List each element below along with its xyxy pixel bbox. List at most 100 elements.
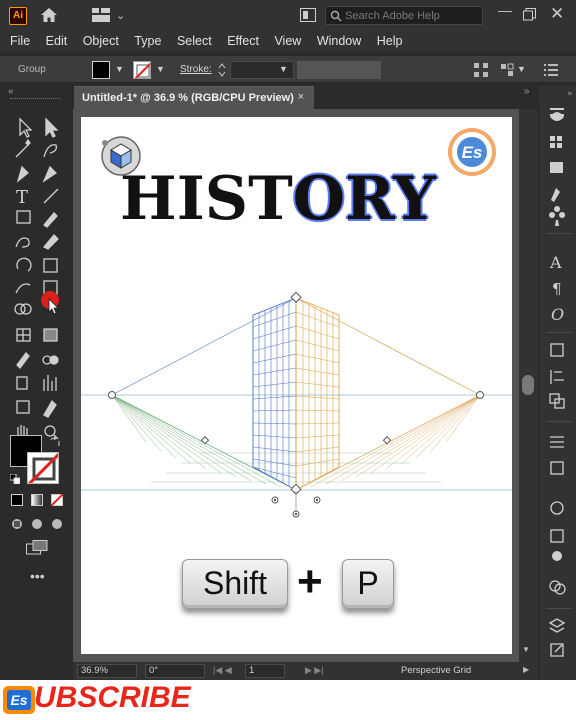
left-vanishing-point-handle bbox=[108, 391, 116, 399]
collapse-panel-icon[interactable]: « bbox=[8, 86, 14, 97]
gradient-panel-icon[interactable] bbox=[550, 529, 564, 543]
menu-edit[interactable]: Edit bbox=[46, 34, 68, 48]
none-mode-icon[interactable] bbox=[51, 494, 63, 506]
restore-icon[interactable] bbox=[523, 8, 536, 21]
shift-key: Shift bbox=[182, 559, 288, 609]
history-title-plain: HIST bbox=[120, 164, 293, 234]
scale-tool-icon[interactable] bbox=[43, 258, 58, 273]
magic-wand-tool-icon[interactable] bbox=[15, 144, 29, 158]
history-title-selected: ORY bbox=[292, 164, 436, 234]
menu-help[interactable]: Help bbox=[377, 34, 403, 48]
scrollbar-thumb[interactable] bbox=[522, 375, 534, 395]
shape-builder-tool-icon[interactable] bbox=[14, 303, 26, 315]
transform-dropdown-icon[interactable]: ▼ bbox=[517, 64, 526, 74]
gradient-tool-icon[interactable] bbox=[43, 328, 58, 342]
transform-icon[interactable] bbox=[500, 63, 514, 77]
brushes-panel-icon[interactable] bbox=[551, 188, 560, 202]
column-graph-tool-icon[interactable] bbox=[43, 375, 57, 391]
rectangle-tool-icon[interactable] bbox=[16, 210, 31, 224]
menu-select[interactable]: Select bbox=[177, 34, 212, 48]
stroke-panel-icon[interactable] bbox=[550, 501, 564, 515]
menu-window[interactable]: Window bbox=[317, 34, 361, 48]
direct-selection-tool-icon[interactable] bbox=[45, 117, 59, 138]
zoom-tool-icon[interactable] bbox=[44, 425, 56, 437]
help-search-input[interactable]: Search Adobe Help bbox=[325, 6, 483, 25]
opacity-field[interactable] bbox=[297, 61, 381, 79]
panel-toggle-icon[interactable] bbox=[300, 8, 316, 22]
align-panel-icon[interactable] bbox=[550, 370, 564, 384]
swap-fill-stroke-icon[interactable] bbox=[50, 437, 60, 447]
menu-view[interactable]: View bbox=[274, 34, 301, 48]
gradient-mode-icon[interactable] bbox=[31, 494, 43, 506]
artboard-tool-icon[interactable] bbox=[16, 400, 30, 414]
rotate-tool-icon[interactable] bbox=[16, 257, 32, 272]
artboard-number-field[interactable]: 1 bbox=[245, 664, 285, 678]
next-artboard-icon[interactable]: ▶ ▶| bbox=[305, 665, 324, 676]
scroll-down-arrow-icon[interactable]: ▼ bbox=[522, 645, 530, 654]
document-tab[interactable]: Untitled-1* @ 36.9 % (RGB/CPU Preview) × bbox=[74, 86, 314, 109]
fill-color-swatch[interactable] bbox=[92, 61, 110, 79]
menu-object[interactable]: Object bbox=[83, 34, 119, 48]
selection-tool-icon[interactable] bbox=[19, 117, 33, 138]
curvature-tool-icon[interactable] bbox=[42, 165, 58, 183]
color-guide-panel-icon[interactable] bbox=[550, 162, 563, 173]
minimize-icon[interactable]: — bbox=[498, 2, 512, 18]
character-panel-icon[interactable]: A bbox=[549, 253, 562, 272]
properties-panel-icon[interactable] bbox=[550, 108, 564, 110]
chevron-down-icon[interactable]: ⌄ bbox=[116, 9, 125, 22]
first-artboard-icon[interactable]: |◀ ◀ bbox=[213, 665, 232, 676]
width-tool-icon[interactable] bbox=[15, 283, 31, 294]
menu-effect[interactable]: Effect bbox=[227, 34, 259, 48]
export-panel-icon[interactable] bbox=[550, 643, 564, 657]
appearance-panel-icon[interactable] bbox=[550, 436, 564, 448]
color-panel-icon[interactable] bbox=[550, 112, 564, 121]
shaper-tool-icon[interactable] bbox=[15, 237, 30, 248]
panel-menu-icon[interactable] bbox=[544, 64, 558, 76]
graphic-styles-panel-icon[interactable] bbox=[550, 461, 564, 475]
align-grid-icon[interactable] bbox=[474, 63, 488, 77]
screen-mode-icon[interactable] bbox=[26, 540, 48, 556]
panel-grip[interactable] bbox=[10, 98, 60, 100]
color-picker-panel-icon[interactable] bbox=[552, 551, 562, 561]
edit-toolbar-icon[interactable]: ••• bbox=[30, 568, 45, 584]
eraser-tool-icon[interactable] bbox=[42, 234, 59, 250]
close-window-icon[interactable]: ✕ bbox=[550, 4, 564, 24]
opentype-panel-icon[interactable]: O bbox=[551, 305, 564, 324]
fill-dropdown-icon[interactable]: ▼ bbox=[115, 64, 124, 74]
status-menu-icon[interactable]: ▶ bbox=[523, 665, 529, 674]
eyedropper-tool-icon[interactable] bbox=[16, 352, 30, 369]
right-vanishing-point-handle bbox=[476, 391, 484, 399]
stroke-label[interactable]: Stroke: bbox=[180, 64, 212, 75]
paintbrush-tool-icon[interactable] bbox=[43, 212, 58, 228]
arrange-documents-icon[interactable] bbox=[92, 8, 110, 22]
color-mode-icon[interactable] bbox=[11, 494, 23, 506]
home-icon[interactable] bbox=[40, 7, 58, 23]
rotation-field[interactable]: 0° bbox=[145, 664, 205, 678]
close-tab-icon[interactable]: × bbox=[298, 91, 304, 103]
stroke-dropdown-icon[interactable]: ▼ bbox=[156, 64, 165, 74]
stroke-weight-dropdown-icon[interactable]: ▼ bbox=[279, 64, 288, 74]
vertical-grid-extent-handle bbox=[290, 291, 302, 303]
stroke-color-swatch[interactable] bbox=[133, 61, 151, 79]
paragraph-panel-icon[interactable]: ¶ bbox=[552, 280, 562, 298]
menu-file[interactable]: File bbox=[10, 34, 30, 48]
zoom-level-field[interactable]: 36.9% bbox=[77, 664, 137, 678]
history-title[interactable]: HISTORY bbox=[120, 164, 436, 234]
line-segment-tool-icon[interactable] bbox=[43, 188, 59, 204]
slice-tool-icon[interactable] bbox=[43, 399, 57, 418]
p-key: P bbox=[342, 559, 394, 609]
lasso-tool-icon[interactable] bbox=[43, 144, 58, 158]
symbol-sprayer-tool-icon[interactable] bbox=[16, 376, 28, 390]
stroke-stepper-icon[interactable] bbox=[218, 62, 226, 78]
pen-tool-icon[interactable] bbox=[16, 165, 29, 183]
menu-type[interactable]: Type bbox=[134, 34, 161, 48]
stroke-swatch-large[interactable] bbox=[27, 452, 59, 484]
type-tool-icon[interactable]: T bbox=[16, 187, 28, 208]
layers-panel-icon[interactable] bbox=[548, 618, 566, 633]
collapse-right-icon[interactable]: » bbox=[524, 86, 530, 97]
symbols-panel-icon[interactable] bbox=[549, 206, 566, 226]
draw-mode-icon[interactable] bbox=[11, 517, 65, 531]
transform-panel-icon[interactable] bbox=[550, 343, 564, 357]
swatches-panel-icon[interactable] bbox=[550, 136, 555, 141]
default-colors-icon[interactable] bbox=[10, 474, 20, 484]
